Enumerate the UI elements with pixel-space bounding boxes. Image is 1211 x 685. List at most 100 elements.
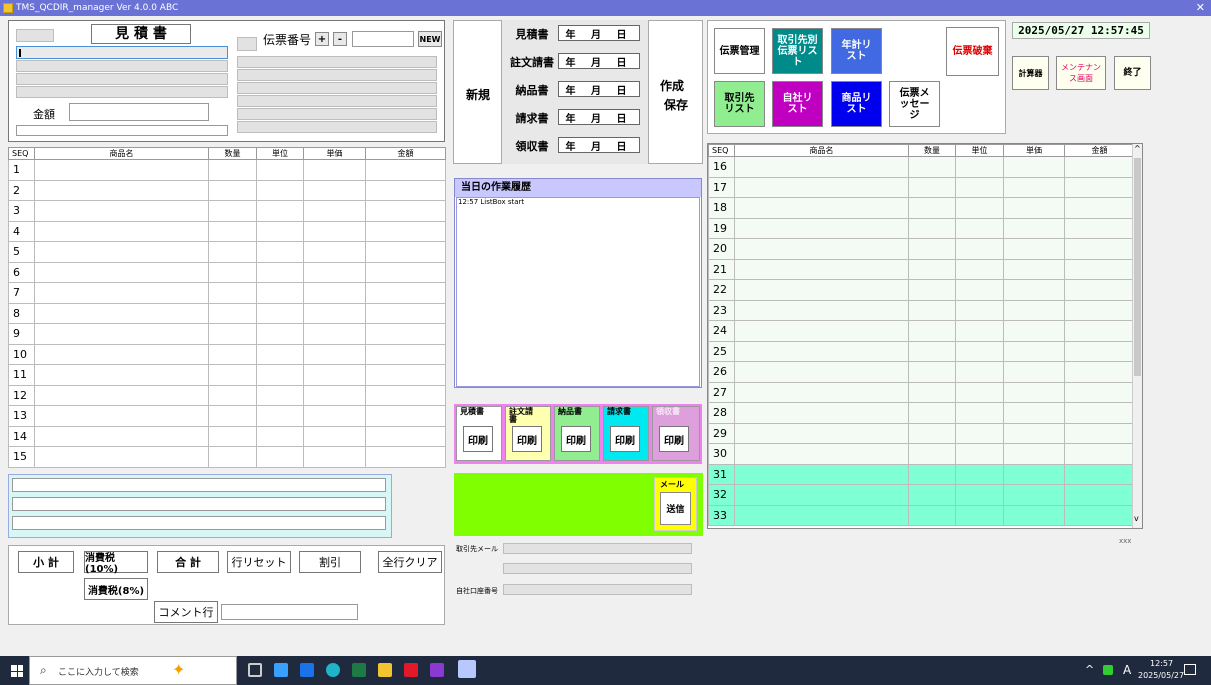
cell[interactable] [256,343,304,365]
cell[interactable] [1003,258,1065,280]
table-row[interactable]: 14 [8,425,446,447]
new-button[interactable]: NEW [418,31,442,47]
seq-cell[interactable]: 13 [8,405,35,427]
table-row[interactable]: 9 [8,323,446,345]
subtotal-button[interactable]: 小 計 [18,551,74,573]
cell[interactable] [34,241,209,263]
maintenance-button[interactable]: メンテナンス画面 [1056,56,1106,90]
cell[interactable] [1003,217,1065,239]
close-icon[interactable]: ✕ [1196,0,1205,16]
own-list-button[interactable]: 自社リスト [772,81,823,127]
cell[interactable] [908,504,956,526]
cell[interactable] [1064,217,1135,239]
cell[interactable] [955,504,1004,526]
seq-cell[interactable]: 1 [8,159,35,181]
cell[interactable] [908,402,956,424]
app-task-icon[interactable] [458,660,476,678]
cell[interactable] [1003,320,1065,342]
cell[interactable] [734,279,909,301]
cell[interactable] [303,220,366,242]
scroll-down-icon[interactable]: v [1134,514,1139,523]
cell[interactable] [208,282,257,304]
cell[interactable] [734,443,909,465]
cell[interactable] [34,425,209,447]
tray-chevron-icon[interactable]: ^ [1085,663,1094,676]
table-row[interactable]: 5 [8,241,446,263]
table-row[interactable]: 33 [708,504,1135,526]
cell[interactable] [34,220,209,242]
seq-cell[interactable]: 9 [8,323,35,345]
cell[interactable] [1064,381,1135,403]
taskbar-search[interactable]: ⌕ ここに入力して検索 ✦ [29,656,237,685]
product-list-button[interactable]: 商品リスト [831,81,882,127]
cell[interactable] [955,258,1004,280]
partner-slip-list-button[interactable]: 取引先別伝票リスト [772,28,823,74]
cell[interactable] [34,343,209,365]
cell[interactable] [208,323,257,345]
cell[interactable] [908,484,956,506]
partner-mail-input-2[interactable] [503,563,692,574]
cell[interactable] [256,405,304,427]
cell[interactable] [1064,176,1135,198]
table-row[interactable]: 13 [8,405,446,427]
cell[interactable] [908,258,956,280]
windows-start-icon[interactable] [11,665,23,677]
cell[interactable] [34,179,209,201]
task-view-icon[interactable] [248,663,262,677]
slip-message-button[interactable]: 伝票メッセージ [889,81,940,127]
table-row[interactable]: 22 [708,279,1135,301]
cell[interactable] [908,443,956,465]
cell[interactable] [34,200,209,222]
table-row[interactable]: 15 [8,446,446,468]
seq-cell[interactable]: 11 [8,364,35,386]
cell[interactable] [208,343,257,365]
doc-date-input[interactable]: 年 月 日 [558,81,640,97]
doc-date-input[interactable]: 年 月 日 [558,109,640,125]
cell[interactable] [208,179,257,201]
seq-cell[interactable]: 26 [708,361,735,383]
seq-cell[interactable]: 6 [8,261,35,283]
discount-button[interactable]: 割引 [299,551,361,573]
cell[interactable] [908,299,956,321]
cell[interactable] [734,299,909,321]
cell[interactable] [1064,197,1135,219]
cell[interactable] [365,261,446,283]
exit-button[interactable]: 終了 [1114,56,1151,90]
cell[interactable] [955,402,1004,424]
cell[interactable] [365,241,446,263]
cell[interactable] [908,463,956,485]
cell[interactable] [1003,381,1065,403]
table-row[interactable]: 7 [8,282,446,304]
cell[interactable] [256,282,304,304]
explorer-icon[interactable] [378,663,392,677]
table-row[interactable]: 12 [8,384,446,406]
seq-cell[interactable]: 3 [8,200,35,222]
cell[interactable] [365,425,446,447]
cell[interactable] [734,504,909,526]
cell[interactable] [908,279,956,301]
cell[interactable] [34,302,209,324]
cell[interactable] [734,381,909,403]
cell[interactable] [1003,402,1065,424]
cell[interactable] [734,463,909,485]
seq-cell[interactable]: 19 [708,217,735,239]
cell[interactable] [34,364,209,386]
cell[interactable] [365,384,446,406]
seq-cell[interactable]: 12 [8,384,35,406]
seq-cell[interactable]: 24 [708,320,735,342]
cell[interactable] [1003,299,1065,321]
seq-cell[interactable]: 23 [708,299,735,321]
edge-icon[interactable] [326,663,340,677]
cell[interactable] [303,323,366,345]
table-row[interactable]: 26 [708,361,1135,383]
note-input-1[interactable] [12,478,386,492]
seq-cell[interactable]: 15 [8,446,35,468]
cell[interactable] [1064,422,1135,444]
cell[interactable] [303,241,366,263]
cell[interactable] [34,282,209,304]
cell[interactable] [208,364,257,386]
cell[interactable] [955,197,1004,219]
scrollbar-thumb[interactable] [1134,158,1141,376]
outlook-icon[interactable] [300,663,314,677]
seq-cell[interactable]: 31 [708,463,735,485]
